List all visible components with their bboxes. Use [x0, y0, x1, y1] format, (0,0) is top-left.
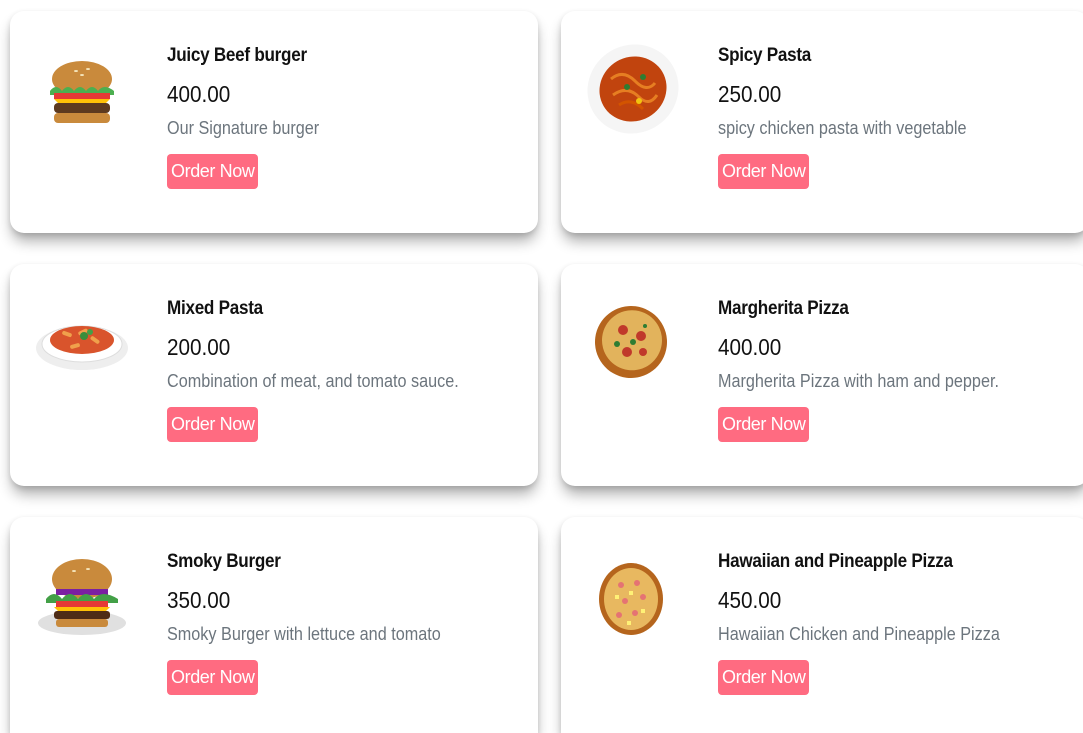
order-now-button[interactable]: Order Now — [167, 407, 259, 442]
item-description: Combination of meat, and tomato sauce. — [167, 371, 459, 391]
menu-grid: Juicy Beef burger 400.00 Our Signature b… — [0, 0, 1083, 733]
item-description: Hawaiian Chicken and Pineapple Pizza — [718, 624, 1000, 644]
item-name: Hawaiian and Pineapple Pizza — [718, 551, 953, 572]
order-now-button[interactable]: Order Now — [167, 660, 259, 695]
item-name: Juicy Beef burger — [167, 45, 307, 66]
item-price: 200.00 — [167, 334, 231, 360]
item-name: Margherita Pizza — [718, 298, 849, 319]
item-price: 450.00 — [718, 587, 782, 613]
menu-item-info: Smoky Burger 350.00 Smoky Burger with le… — [167, 551, 471, 695]
menu-card: Juicy Beef burger 400.00 Our Signature b… — [10, 11, 538, 233]
item-price: 400.00 — [718, 334, 782, 360]
item-description: Smoky Burger with lettuce and tomato — [167, 624, 441, 644]
item-description: Our Signature burger — [167, 118, 320, 138]
pizza-icon — [583, 292, 683, 392]
menu-item-info: Spicy Pasta 250.00 spicy chicken pasta w… — [718, 45, 994, 189]
order-now-button[interactable]: Order Now — [718, 660, 810, 695]
item-price: 400.00 — [167, 81, 231, 107]
order-now-button[interactable]: Order Now — [718, 407, 810, 442]
item-description: Margherita Pizza with ham and pepper. — [718, 371, 999, 391]
order-now-button[interactable]: Order Now — [718, 154, 810, 189]
item-description: spicy chicken pasta with vegetable — [718, 118, 967, 138]
burger-icon — [32, 39, 132, 139]
item-price: 350.00 — [167, 587, 231, 613]
pizza-icon — [583, 545, 683, 645]
item-name: Mixed Pasta — [167, 298, 263, 319]
menu-item-info: Hawaiian and Pineapple Pizza 450.00 Hawa… — [718, 551, 1031, 695]
menu-card: Mixed Pasta 200.00 Combination of meat, … — [10, 264, 538, 486]
pasta-icon — [583, 39, 683, 139]
pasta-bowl-icon — [32, 292, 132, 392]
item-name: Smoky Burger — [167, 551, 281, 572]
order-now-button[interactable]: Order Now — [167, 154, 259, 189]
menu-card: Smoky Burger 350.00 Smoky Burger with le… — [10, 517, 538, 733]
menu-card: Margherita Pizza 400.00 Margherita Pizza… — [561, 264, 1083, 486]
menu-card: Spicy Pasta 250.00 spicy chicken pasta w… — [561, 11, 1083, 233]
item-name: Spicy Pasta — [718, 45, 812, 66]
menu-item-info: Mixed Pasta 200.00 Combination of meat, … — [167, 298, 491, 442]
burger-icon — [32, 545, 132, 645]
item-price: 250.00 — [718, 81, 782, 107]
menu-item-info: Juicy Beef burger 400.00 Our Signature b… — [167, 45, 336, 189]
menu-card: Hawaiian and Pineapple Pizza 450.00 Hawa… — [561, 517, 1083, 733]
menu-item-info: Margherita Pizza 400.00 Margherita Pizza… — [718, 298, 1030, 442]
